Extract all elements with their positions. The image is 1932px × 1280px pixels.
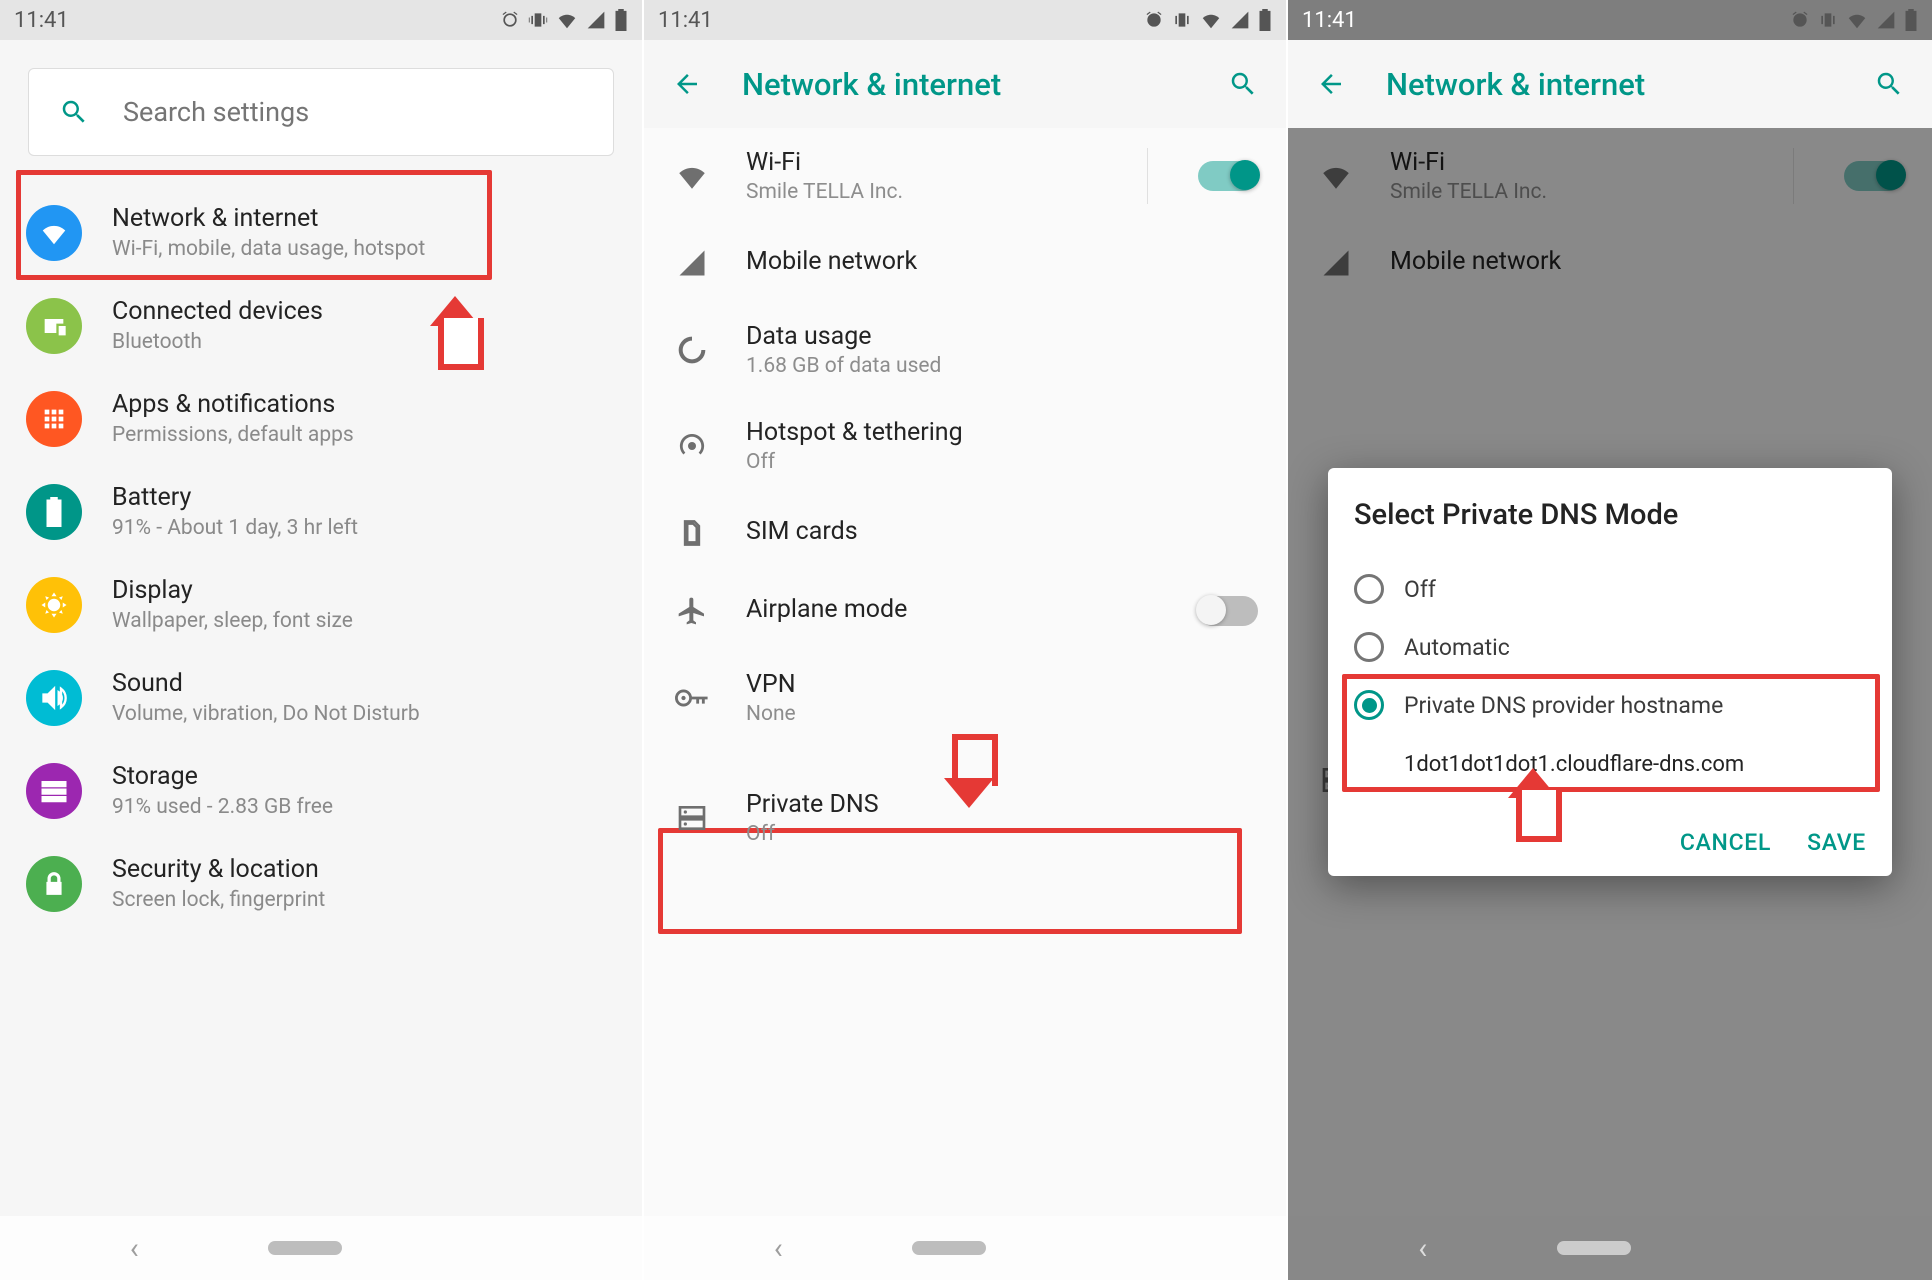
radio-icon	[1354, 574, 1384, 604]
signal-icon	[677, 248, 707, 278]
status-bar: 11:41	[1288, 0, 1932, 40]
item-display[interactable]: DisplayWallpaper, sleep, font size	[0, 558, 642, 651]
nav-bar: ‹	[0, 1216, 642, 1280]
item-vpn[interactable]: VPNNone	[644, 650, 1286, 746]
battery-icon	[44, 497, 64, 527]
battery-icon	[1258, 9, 1272, 31]
app-bar: Network & internet	[644, 40, 1286, 128]
signal-icon	[586, 10, 606, 30]
nav-back[interactable]: ‹	[774, 1231, 783, 1266]
alarm-icon	[500, 10, 520, 30]
nav-back[interactable]: ‹	[130, 1231, 139, 1266]
apps-icon	[40, 405, 68, 433]
wifi-icon	[675, 159, 709, 193]
back-icon[interactable]	[1316, 69, 1346, 99]
radio-icon	[1354, 632, 1384, 662]
vibrate-icon	[1818, 10, 1838, 30]
vibrate-icon	[528, 10, 548, 30]
item-battery[interactable]: Battery91% - About 1 day, 3 hr left	[0, 465, 642, 558]
data-usage-icon	[676, 334, 708, 366]
clock: 11:41	[14, 8, 69, 33]
radio-automatic[interactable]: Automatic	[1354, 618, 1866, 676]
page-title: Network & internet	[742, 66, 1188, 103]
save-button[interactable]: SAVE	[1807, 829, 1866, 856]
item-private-dns[interactable]: Private DNSOff	[644, 770, 1286, 866]
wifi-icon	[1846, 9, 1868, 31]
item-hotspot[interactable]: Hotspot & tetheringOff	[644, 398, 1286, 494]
airplane-icon	[676, 595, 708, 627]
hotspot-icon	[676, 430, 708, 462]
search-placeholder: Search settings	[123, 96, 309, 128]
brightness-icon	[39, 590, 69, 620]
dialog-title: Select Private DNS Mode	[1354, 498, 1866, 532]
radio-off[interactable]: Off	[1354, 560, 1866, 618]
sim-icon	[678, 517, 706, 549]
vpn-key-icon	[675, 686, 709, 710]
item-sound[interactable]: SoundVolume, vibration, Do Not Disturb	[0, 651, 642, 744]
screen-network: 11:41 Network & internet Wi-FiSmile TELL…	[644, 0, 1288, 1280]
devices-icon	[40, 312, 68, 340]
storage-icon	[39, 776, 69, 806]
wifi-icon	[39, 218, 69, 248]
back-icon[interactable]	[672, 69, 702, 99]
item-storage[interactable]: Storage91% used - 2.83 GB free	[0, 744, 642, 837]
wifi-toggle[interactable]	[1198, 161, 1258, 191]
battery-icon	[1904, 9, 1918, 31]
settings-list: Network & internetWi-Fi, mobile, data us…	[0, 166, 642, 1216]
search-icon[interactable]	[1874, 69, 1904, 99]
page-title: Network & internet	[1386, 66, 1834, 103]
status-bar: 11:41	[644, 0, 1286, 40]
nav-bar: ‹	[644, 1216, 1286, 1280]
search-icon[interactable]	[1228, 69, 1258, 99]
nav-back[interactable]: ‹	[1418, 1231, 1427, 1266]
item-airplane[interactable]: Airplane mode	[644, 572, 1286, 650]
annotation-highlight	[1342, 674, 1880, 792]
item-data-usage[interactable]: Data usage1.68 GB of data used	[644, 302, 1286, 398]
signal-icon	[1230, 10, 1250, 30]
item-wifi[interactable]: Wi-FiSmile TELLA Inc.	[644, 128, 1286, 224]
item-mobile[interactable]: Mobile network	[644, 224, 1286, 302]
clock: 11:41	[658, 8, 713, 33]
dns-icon	[676, 802, 708, 834]
cancel-button[interactable]: CANCEL	[1680, 829, 1771, 856]
nav-home[interactable]	[912, 1241, 986, 1255]
search-settings[interactable]: Search settings	[28, 68, 614, 156]
nav-home[interactable]	[268, 1241, 342, 1255]
wifi-icon	[1200, 9, 1222, 31]
dns-dialog: Select Private DNS Mode Off Automatic Pr…	[1328, 468, 1892, 876]
screen-settings: 11:41 Search settings Network & internet…	[0, 0, 644, 1280]
item-security[interactable]: Security & locationScreen lock, fingerpr…	[0, 837, 642, 930]
airplane-toggle[interactable]	[1198, 596, 1258, 626]
status-bar: 11:41	[0, 0, 642, 40]
app-bar: Network & internet	[1288, 40, 1932, 128]
item-sim[interactable]: SIM cards	[644, 494, 1286, 572]
screen-dns-dialog: 11:41 Network & internet Wi-FiSmile TELL…	[1288, 0, 1932, 1280]
search-icon	[59, 97, 89, 127]
annotation-arrow	[1508, 768, 1558, 838]
alarm-icon	[1144, 10, 1164, 30]
nav-home[interactable]	[1557, 1241, 1631, 1255]
item-connected-devices[interactable]: Connected devicesBluetooth	[0, 279, 642, 372]
vibrate-icon	[1172, 10, 1192, 30]
lock-icon	[41, 871, 67, 897]
wifi-icon	[556, 9, 578, 31]
nav-bar: ‹	[1288, 1216, 1932, 1280]
sound-icon	[40, 684, 68, 712]
clock: 11:41	[1302, 8, 1357, 33]
item-apps[interactable]: Apps & notificationsPermissions, default…	[0, 372, 642, 465]
signal-icon	[1876, 10, 1896, 30]
battery-icon	[614, 9, 628, 31]
alarm-icon	[1790, 10, 1810, 30]
item-network[interactable]: Network & internetWi-Fi, mobile, data us…	[0, 186, 642, 279]
